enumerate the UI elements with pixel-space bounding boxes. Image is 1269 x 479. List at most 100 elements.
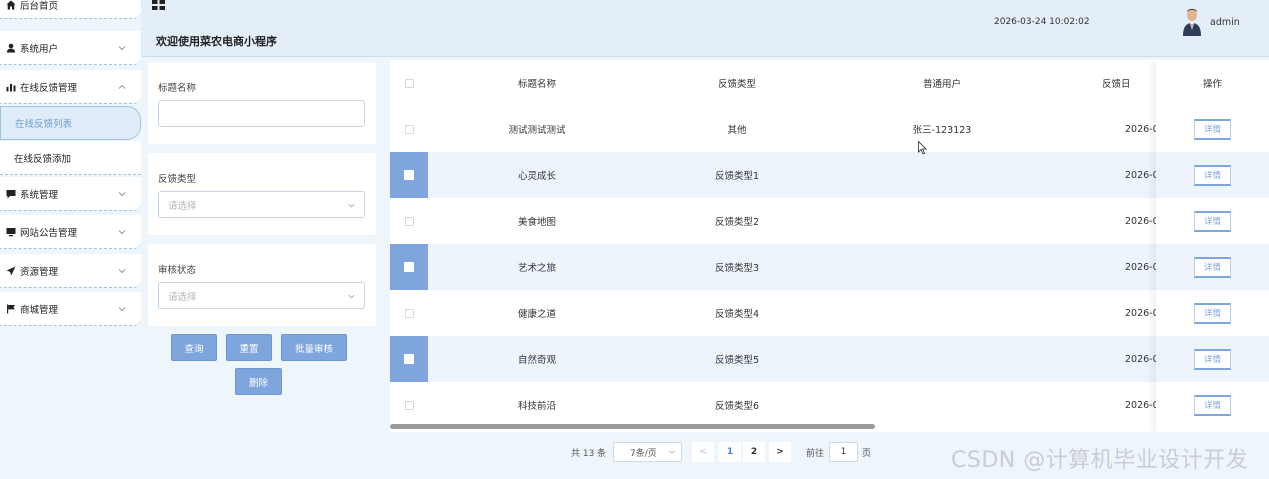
cell-type: 反馈类型6: [714, 401, 760, 412]
table-row[interactable]: 健康之道 反馈类型4 2026-03: [390, 290, 1269, 336]
delete-button[interactable]: 删除: [235, 368, 282, 395]
audit-status-placeholder: 请选择: [168, 291, 197, 303]
chevron-down-icon: [118, 306, 126, 311]
sidebar: 后台首页 系统用户 在线反馈管理 在线反馈列表 在线反馈添加 系统管理 网站公告…: [0, 0, 141, 479]
sidebar-item-mall[interactable]: 商城管理: [0, 292, 141, 326]
chevron-down-icon: [118, 45, 126, 50]
cell-title: 测试测试测试: [508, 125, 566, 136]
page-1-button[interactable]: 1: [719, 442, 741, 462]
sidebar-item-label: 在线反馈管理: [20, 82, 78, 94]
row-checkbox[interactable]: [390, 336, 428, 382]
sidebar-item-label: 资源管理: [20, 266, 59, 278]
chevron-down-icon: [669, 450, 675, 454]
table-row[interactable]: 自然奇观 反馈类型5 2026-03: [390, 336, 1269, 382]
cell-type: 反馈类型4: [714, 309, 760, 320]
cell-title: 健康之道: [517, 309, 556, 320]
table-header-row: 标题名称 反馈类型 普通用户 反馈日: [390, 60, 1269, 106]
operation-cell: 详情: [1156, 290, 1269, 336]
goto-label: 前往: [806, 448, 825, 459]
query-button[interactable]: 查询: [171, 334, 217, 361]
operation-cell: 详情: [1156, 152, 1269, 198]
table-row[interactable]: 美食地图 反馈类型2 2026-03: [390, 198, 1269, 244]
column-header-user[interactable]: 普通用户: [887, 60, 997, 106]
reset-button[interactable]: 重置: [226, 334, 272, 361]
sidebar-item-home[interactable]: 后台首页: [0, 0, 141, 19]
column-header-title[interactable]: 标题名称: [482, 60, 592, 106]
sidebar-item-label: 在线反馈添加: [14, 153, 72, 165]
cell-user: [887, 198, 997, 244]
goto-page-input[interactable]: 1: [829, 442, 858, 462]
page-size-value: 7条/页: [630, 448, 657, 459]
detail-button[interactable]: 详情: [1194, 394, 1231, 416]
batch-audit-button[interactable]: 批量审核: [281, 334, 347, 361]
operation-cell: 详情: [1156, 106, 1269, 152]
sidebar-item-label: 系统用户: [20, 43, 59, 55]
sidebar-item-feedback-manage[interactable]: 在线反馈管理: [0, 70, 141, 104]
column-header-type[interactable]: 反馈类型: [682, 60, 792, 106]
chevron-down-icon: [118, 268, 126, 273]
cell-title: 科技前沿: [517, 401, 556, 412]
cell-title: 自然奇观: [517, 355, 556, 366]
audit-status-select[interactable]: 请选择: [158, 282, 365, 309]
table-row[interactable]: 艺术之旅 反馈类型3 2026-03: [390, 244, 1269, 290]
sidebar-item-label: 系统管理: [20, 189, 59, 201]
row-checkbox[interactable]: [390, 382, 428, 428]
sidebar-item-label: 网站公告管理: [20, 227, 78, 239]
row-checkbox[interactable]: [390, 106, 428, 152]
cell-type: 其他: [727, 125, 747, 136]
page-2-button[interactable]: 2: [743, 442, 765, 462]
cell-type: 反馈类型3: [714, 263, 760, 274]
admin-username[interactable]: admin: [1210, 17, 1240, 28]
sidebar-item-feedback-add[interactable]: 在线反馈添加: [0, 141, 141, 175]
row-checkbox[interactable]: [390, 152, 428, 198]
row-checkbox[interactable]: [390, 244, 428, 290]
detail-button[interactable]: 详情: [1194, 210, 1231, 232]
table-row[interactable]: 科技前沿 反馈类型6 2026-03: [390, 382, 1269, 428]
title-search-input[interactable]: [158, 100, 365, 127]
table-row[interactable]: 心灵成长 反馈类型1 2026-03: [390, 152, 1269, 198]
cell-type: 反馈类型2: [714, 217, 760, 228]
operation-column: 操作 详情 详情 详情 详情 详情 详情 详情: [1156, 60, 1269, 432]
detail-button[interactable]: 详情: [1194, 348, 1231, 370]
cell-user: [887, 336, 997, 382]
cell-type: 反馈类型5: [714, 355, 760, 366]
row-checkbox[interactable]: [390, 290, 428, 336]
row-checkbox[interactable]: [390, 198, 428, 244]
horizontal-scrollbar[interactable]: [390, 424, 875, 429]
cell-user: [887, 382, 997, 428]
sidebar-item-feedback-list[interactable]: 在线反馈列表: [0, 106, 141, 140]
pagination-total: 共 13 条: [571, 448, 607, 459]
user-icon: [5, 42, 16, 53]
detail-button[interactable]: 详情: [1194, 256, 1231, 278]
prev-page-button[interactable]: <: [692, 442, 714, 462]
chevron-down-icon: [348, 294, 355, 299]
datetime-display: 2026-03-24 10:02:02: [994, 17, 1090, 27]
detail-button[interactable]: 详情: [1194, 118, 1231, 140]
page-size-select[interactable]: 7条/页: [613, 442, 682, 462]
sidebar-item-system-manage[interactable]: 系统管理: [0, 177, 141, 211]
detail-button[interactable]: 详情: [1194, 302, 1231, 324]
select-all-checkbox[interactable]: [390, 60, 428, 106]
column-header-date[interactable]: 反馈日: [1102, 60, 1162, 106]
sidebar-item-resources[interactable]: 资源管理: [0, 254, 141, 288]
search-type-panel: 反馈类型 请选择: [148, 153, 376, 235]
mouse-cursor-icon: [918, 141, 927, 155]
next-page-button[interactable]: >: [769, 442, 791, 462]
grid-menu-icon[interactable]: [152, 0, 166, 11]
sidebar-item-label: 在线反馈列表: [15, 119, 73, 130]
sidebar-item-announcement[interactable]: 网站公告管理: [0, 215, 141, 249]
message-icon: [5, 188, 16, 199]
chevron-down-icon: [348, 203, 355, 208]
cell-user: 张三-123123: [912, 125, 972, 136]
table-row[interactable]: 测试测试测试 其他 张三-123123 2026-03: [390, 106, 1269, 152]
feedback-type-select[interactable]: 请选择: [158, 191, 365, 218]
search-title-panel: 标题名称: [148, 62, 376, 144]
sidebar-item-label: 商城管理: [20, 304, 59, 316]
avatar[interactable]: [1182, 6, 1202, 36]
cell-title: 艺术之旅: [517, 263, 556, 274]
cell-type: 反馈类型1: [714, 171, 760, 182]
feedback-type-placeholder: 请选择: [168, 200, 197, 212]
detail-button[interactable]: 详情: [1194, 164, 1231, 186]
cell-title: 心灵成长: [517, 171, 556, 182]
sidebar-item-system-users[interactable]: 系统用户: [0, 31, 141, 65]
